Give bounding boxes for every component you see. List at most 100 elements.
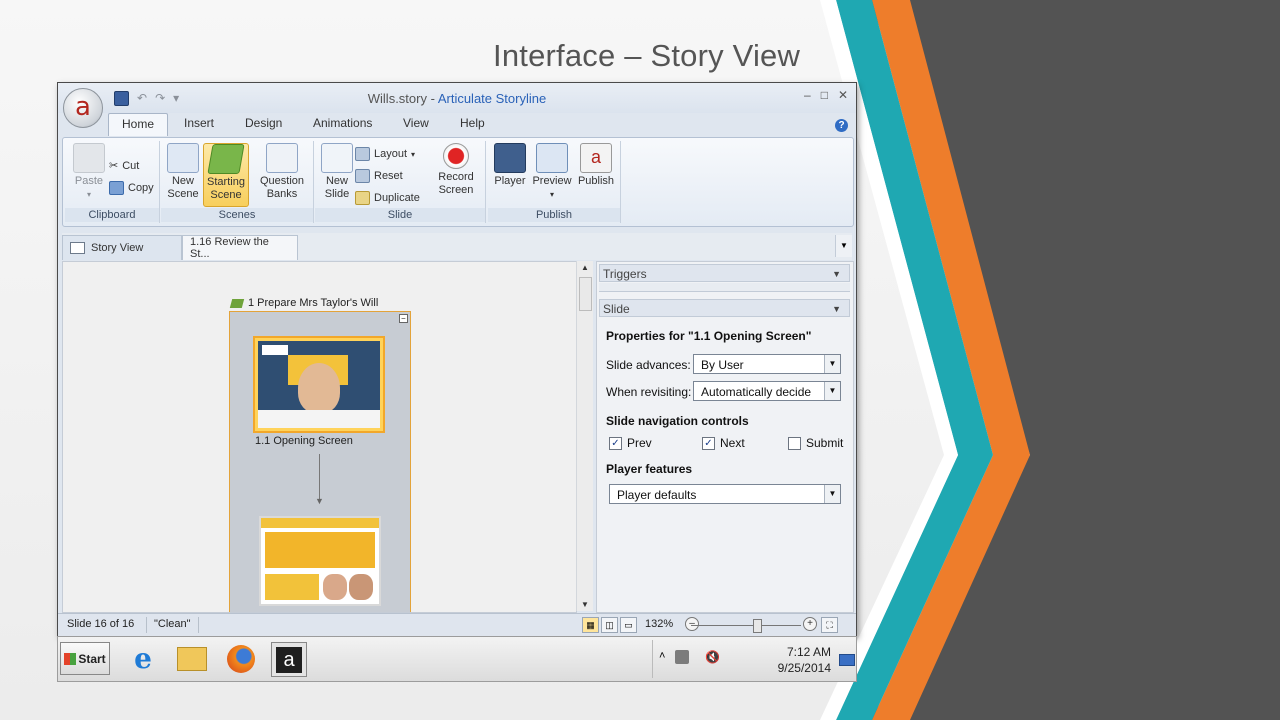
zoom-slider-track[interactable] — [691, 625, 801, 626]
ribbon-tabs: Home Insert Design Animations View Help … — [58, 113, 856, 137]
maximize-button[interactable]: □ — [821, 88, 828, 102]
record-screen-label-1: Record — [438, 171, 474, 183]
story-view-canvas[interactable]: 1 Prepare Mrs Taylor's Will – 1.1 Openin… — [62, 261, 577, 613]
reset-button[interactable]: Reset — [355, 169, 403, 183]
preview-button[interactable]: Preview ▾ — [530, 143, 574, 201]
copy-button[interactable]: Copy — [109, 181, 154, 195]
minimize-button[interactable]: – — [804, 88, 811, 102]
scroll-down-icon[interactable]: ▼ — [581, 600, 589, 609]
network-icon[interactable] — [675, 650, 689, 664]
clock-date: 9/25/2014 — [777, 661, 831, 675]
record-screen-button[interactable]: Record Screen — [431, 143, 481, 197]
tab-list-dropdown[interactable]: ▼ — [835, 235, 852, 257]
when-revisiting-dropdown-icon: ▼ — [824, 382, 840, 400]
tab-help[interactable]: Help — [460, 116, 485, 130]
layout-button[interactable]: Layout ▾ — [355, 147, 415, 161]
slide-thumbnail-1-1[interactable] — [253, 336, 385, 433]
fit-to-window-icon[interactable]: ⛶ — [821, 617, 838, 633]
file-explorer-icon[interactable] — [175, 642, 209, 675]
prev-checkbox[interactable]: ✓ Prev — [609, 436, 652, 450]
windows-logo-icon — [64, 652, 77, 665]
group-slide: New Slide Layout ▾ Reset Duplicate Recor… — [315, 141, 486, 223]
start-button[interactable]: Start — [60, 642, 110, 675]
story-view-icon — [70, 242, 85, 254]
slide-advances-select[interactable]: By User ▼ — [693, 354, 841, 374]
collapse-scene-icon[interactable]: – — [399, 314, 408, 323]
application-menu-button[interactable]: a — [63, 88, 103, 128]
tab-slide-label: 1.16 Review the St... — [190, 236, 269, 260]
clock[interactable]: 7:12 AM 9/25/2014 — [771, 644, 831, 676]
starting-scene-label-2: Scene — [210, 189, 242, 201]
paste-button[interactable]: Paste ▾ — [67, 143, 111, 201]
scene-title[interactable]: 1 Prepare Mrs Taylor's Will — [229, 297, 379, 309]
firefox-icon[interactable] — [224, 642, 258, 675]
submit-checkbox[interactable]: Submit — [788, 436, 843, 450]
tab-story-view-label: Story View — [91, 242, 144, 254]
new-slide-label-1: New — [325, 175, 348, 187]
document-tabs: Story View 1.16 Review the St... ▼ — [62, 233, 852, 260]
canvas-vertical-scrollbar[interactable]: ▲ ▼ — [576, 261, 593, 611]
when-revisiting-select[interactable]: Automatically decide ▼ — [693, 381, 841, 401]
new-slide-button[interactable]: New Slide — [315, 143, 359, 201]
scene-container[interactable]: – 1.1 Opening Screen ▼ — [229, 311, 411, 612]
close-button[interactable]: ✕ — [838, 88, 848, 102]
slide-advances-dropdown-icon: ▼ — [824, 355, 840, 373]
tab-view[interactable]: View — [403, 116, 429, 130]
next-checkbox[interactable]: ✓ Next — [702, 436, 745, 450]
normal-view-toggle-icon[interactable]: ◫ — [601, 617, 618, 633]
slide-group-label: Slide — [315, 208, 485, 222]
preview-view-toggle-icon[interactable]: ▭ — [620, 617, 637, 633]
publish-button[interactable]: a Publish — [574, 143, 618, 188]
help-icon[interactable]: ? — [835, 119, 848, 132]
triggers-panel-header[interactable]: Triggers ▼ — [599, 264, 850, 282]
zoom-slider-handle[interactable] — [753, 619, 762, 633]
nav-controls-header: Slide navigation controls — [606, 414, 749, 428]
tab-animations[interactable]: Animations — [313, 116, 372, 130]
copy-label: Copy — [128, 182, 154, 194]
cut-button[interactable]: ✂ Cut — [109, 159, 139, 173]
tab-story-view[interactable]: Story View — [62, 235, 182, 260]
internet-explorer-icon[interactable]: e — [126, 642, 160, 675]
question-banks-button[interactable]: Question Banks — [257, 143, 307, 201]
show-hidden-icons-icon[interactable]: ˄ — [659, 650, 665, 662]
show-desktop-icon[interactable] — [839, 654, 855, 666]
scene-title-text: 1 Prepare Mrs Taylor's Will — [248, 297, 379, 309]
starting-scene-button[interactable]: Starting Scene — [203, 143, 249, 207]
new-scene-button[interactable]: New Scene — [161, 143, 205, 201]
story-view-toggle-icon[interactable]: ▦ — [582, 617, 599, 633]
duplicate-button[interactable]: Duplicate — [355, 191, 420, 205]
tab-insert[interactable]: Insert — [184, 116, 214, 130]
preview-label: Preview — [532, 175, 572, 187]
new-scene-label-2: Scene — [167, 188, 199, 200]
submit-check-box — [788, 436, 801, 450]
slide-thumbnail-1-2[interactable] — [259, 516, 381, 606]
zoom-in-icon[interactable]: + — [803, 617, 817, 631]
tab-home[interactable]: Home — [108, 113, 169, 136]
question-banks-label-1: Question — [259, 175, 305, 187]
player-features-select[interactable]: Player defaults ▼ — [609, 484, 841, 504]
slide-thumbnail-image — [258, 341, 380, 428]
clipboard-group-label: Clipboard — [65, 208, 159, 222]
status-bar: Slide 16 of 16 "Clean" ▦ ◫ ▭ 132% – + ⛶ — [58, 613, 856, 636]
scenes-group-label: Scenes — [161, 208, 313, 222]
document-name: Wills.story - — [367, 91, 438, 106]
scroll-up-icon[interactable]: ▲ — [581, 263, 589, 272]
scrollbar-thumb[interactable] — [579, 277, 592, 311]
tab-slide-1-16[interactable]: 1.16 Review the St... — [182, 235, 298, 260]
volume-muted-icon[interactable]: 🔇 — [705, 650, 720, 664]
slide-panel-dropdown-icon[interactable]: ▼ — [832, 300, 841, 318]
player-button[interactable]: Player — [488, 143, 532, 188]
slide-header-label: Slide — [603, 302, 630, 316]
publish-label: Publish — [577, 175, 615, 187]
properties-panel: Triggers ▼ Slide ▼ Properties for "1.1 O… — [596, 261, 854, 613]
zoom-out-icon[interactable]: – — [685, 617, 699, 631]
group-clipboard: Paste ▾ ✂ Cut Copy Clipboard — [65, 141, 160, 223]
triggers-dropdown-icon[interactable]: ▼ — [832, 265, 841, 283]
tab-design[interactable]: Design — [245, 116, 282, 130]
slide-panel-header[interactable]: Slide ▼ — [599, 299, 850, 317]
storyline-taskbar-icon[interactable]: a — [271, 642, 307, 677]
connector-arrow-icon: ▼ — [315, 496, 324, 506]
player-features-dropdown-icon: ▼ — [824, 485, 840, 503]
triggers-toolbar — [599, 283, 850, 292]
scissors-icon: ✂ — [109, 160, 119, 172]
